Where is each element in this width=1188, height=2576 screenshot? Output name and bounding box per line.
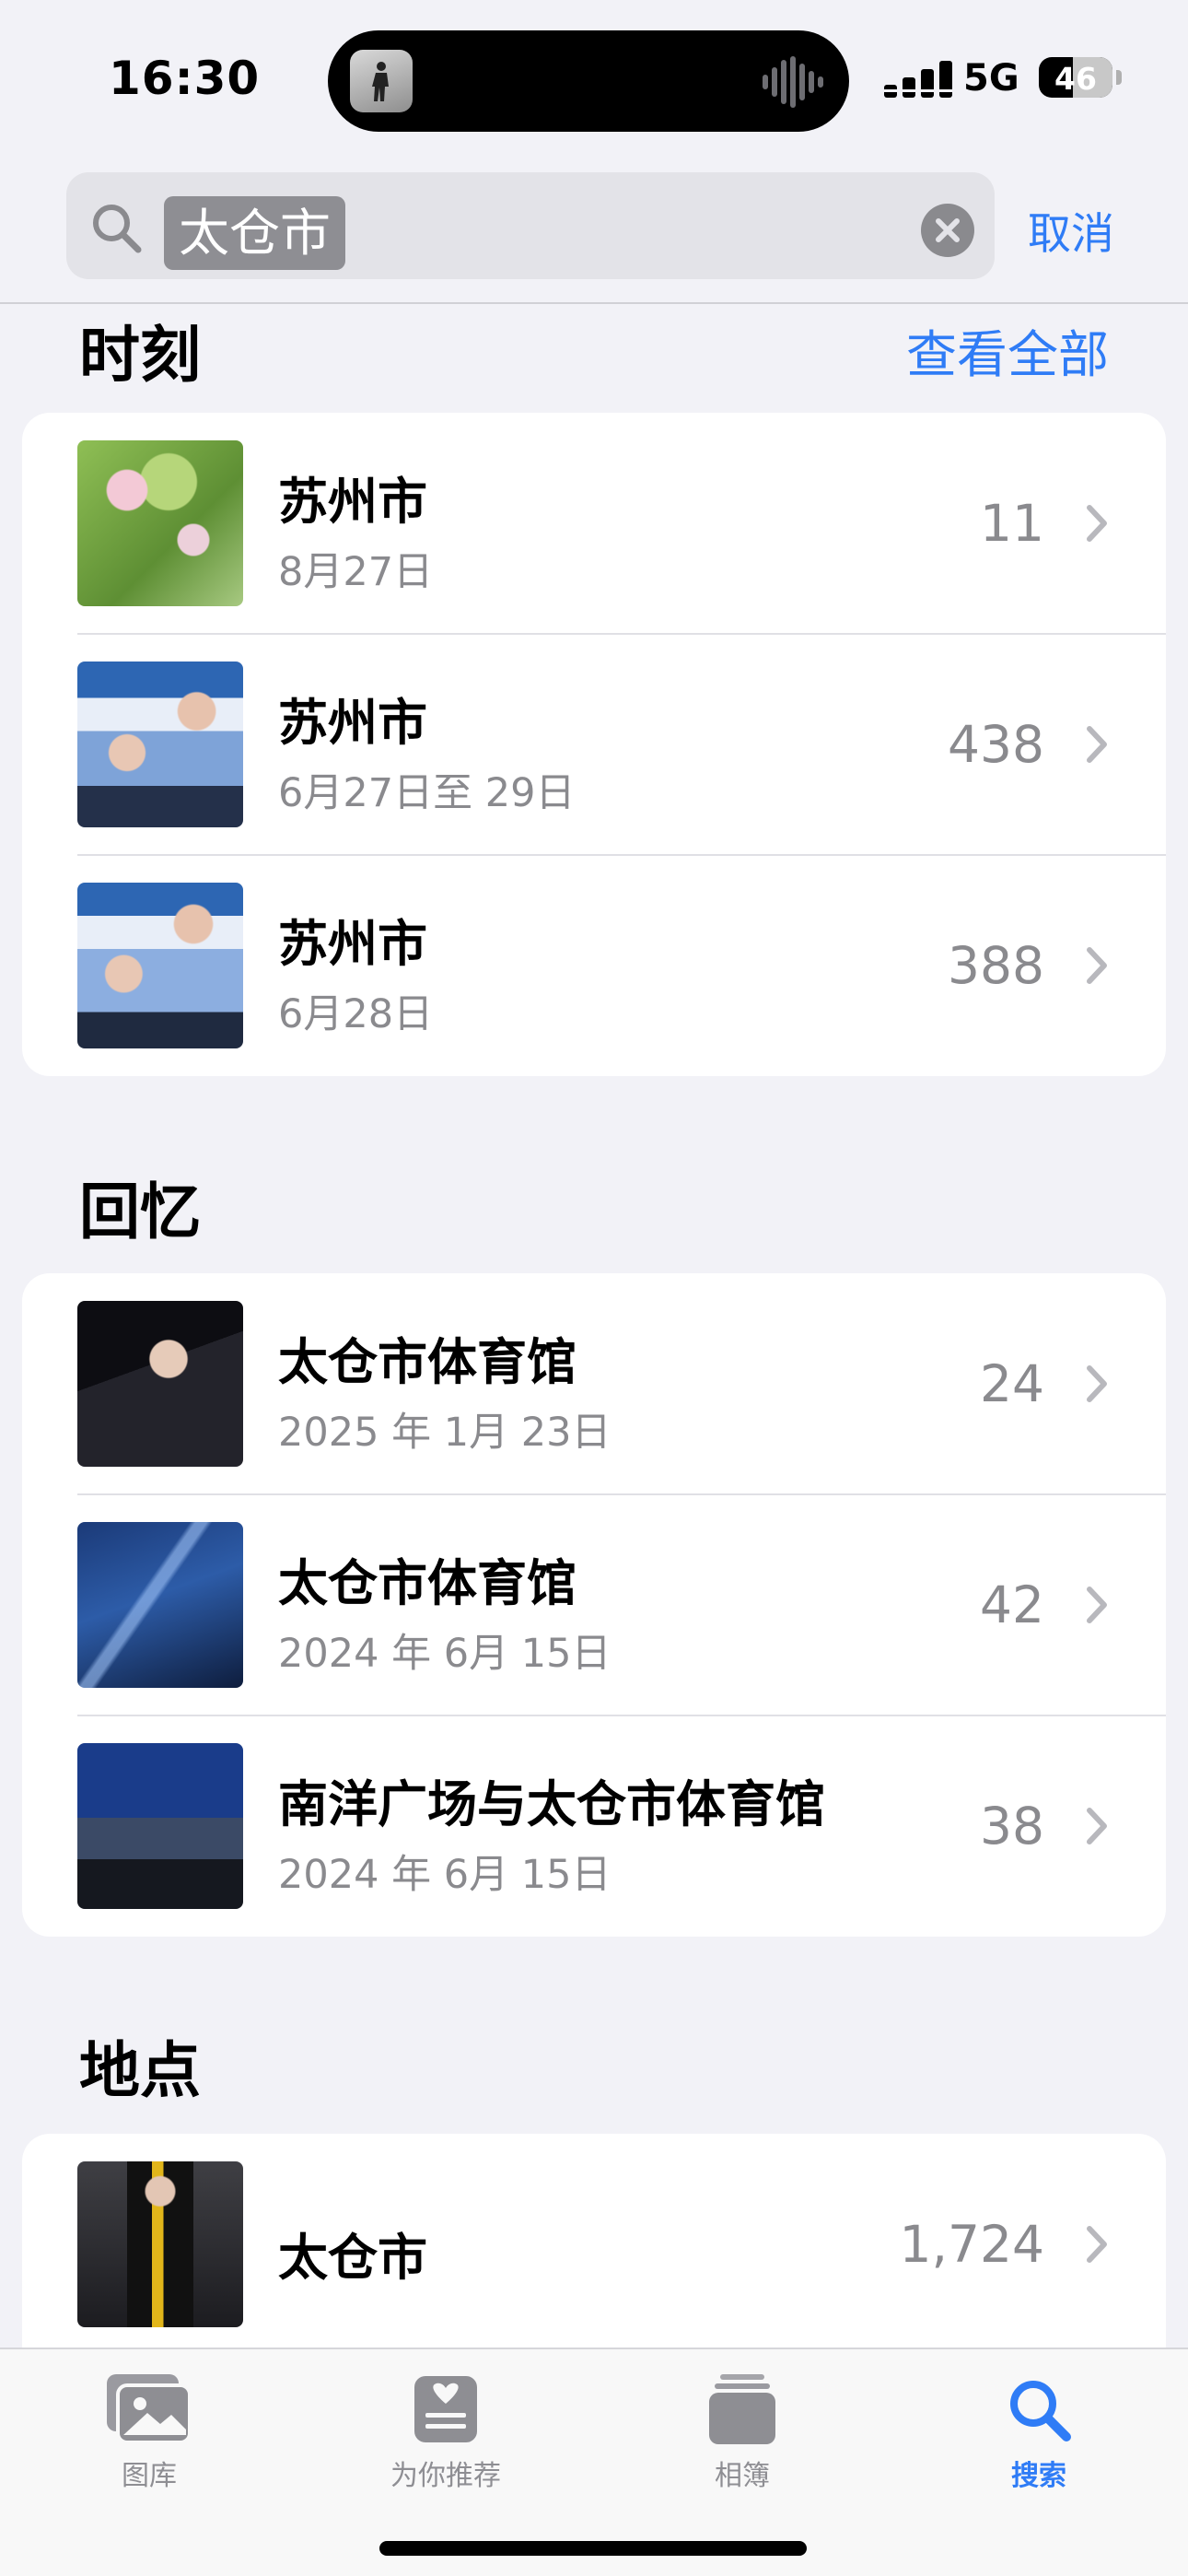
memory-count: 38 (980, 1797, 1044, 1856)
memory-thumbnail (77, 1522, 243, 1688)
moment-title: 苏州市 (278, 694, 427, 752)
search-field[interactable]: 太仓市 (66, 172, 995, 279)
moment-count: 11 (980, 494, 1044, 553)
memory-count: 42 (980, 1575, 1044, 1634)
tab-search[interactable]: 搜索 (947, 2368, 1131, 2493)
battery-icon: 46 (1039, 57, 1112, 98)
moment-thumbnail (77, 662, 243, 827)
moment-thumbnail (77, 883, 243, 1048)
tab-label: 为你推荐 (390, 2460, 501, 2492)
for-you-icon (414, 2376, 477, 2442)
memory-date: 2025 年 1月 23日 (278, 1410, 611, 1456)
place-count: 1,724 (899, 2215, 1044, 2274)
memory-title: 太仓市体育馆 (278, 1333, 577, 1391)
memory-row[interactable]: 太仓市体育馆 2025 年 1月 23日 24 (22, 1273, 1166, 1494)
chevron-right-icon (1087, 505, 1107, 542)
moment-row[interactable]: 苏州市 8月27日 11 (22, 413, 1166, 634)
moment-count: 388 (948, 936, 1044, 995)
chevron-right-icon (1087, 726, 1107, 763)
memory-thumbnail (77, 1301, 243, 1467)
memory-row[interactable]: 太仓市体育馆 2024 年 6月 15日 42 (22, 1494, 1166, 1715)
photo-library-icon (107, 2374, 192, 2444)
moment-row[interactable]: 苏州市 6月27日至 29日 438 (22, 634, 1166, 855)
moment-row[interactable]: 苏州市 6月28日 388 (22, 855, 1166, 1076)
albums-icon (709, 2374, 775, 2444)
dynamic-island[interactable] (328, 30, 849, 132)
chevron-right-icon (1087, 2226, 1107, 2263)
chevron-right-icon (1087, 1808, 1107, 1844)
memory-title: 南洋广场与太仓市体育馆 (278, 1775, 825, 1833)
battery-percent: 46 (1054, 61, 1097, 97)
search-header: 太仓市 取消 (0, 161, 1188, 304)
chevron-right-icon (1087, 1587, 1107, 1623)
memories-card: 太仓市体育馆 2025 年 1月 23日 24 太仓市体育馆 2024 年 6月… (22, 1273, 1166, 1937)
tab-label: 搜索 (1011, 2460, 1066, 2492)
now-playing-artwork (350, 50, 413, 112)
photos-search-screen: 16:30 5G 46 太仓市 取消 时刻 查看全部 苏州市 8月27日 11 … (0, 0, 1188, 2576)
moment-title: 苏州市 (278, 473, 427, 531)
chevron-right-icon (1087, 1365, 1107, 1402)
moment-title: 苏州市 (278, 915, 427, 973)
places-card: 太仓市 1,724 (22, 2134, 1166, 2373)
tab-library[interactable]: 图库 (57, 2368, 241, 2493)
place-title: 太仓市 (278, 2229, 427, 2287)
place-row[interactable]: 太仓市 1,724 (22, 2134, 1166, 2355)
cancel-button[interactable]: 取消 (1028, 198, 1114, 262)
clear-search-icon[interactable] (921, 204, 974, 257)
tab-albums[interactable]: 相簿 (650, 2368, 834, 2493)
moments-section-title: 时刻 (79, 320, 201, 391)
see-all-button[interactable]: 查看全部 (906, 313, 1109, 387)
tab-label: 相簿 (715, 2460, 770, 2492)
chevron-right-icon (1087, 947, 1107, 984)
moments-card: 苏州市 8月27日 11 苏州市 6月27日至 29日 438 苏州市 6月28… (22, 413, 1166, 1076)
moment-count: 438 (948, 715, 1044, 774)
memory-count: 24 (980, 1354, 1044, 1413)
memory-title: 太仓市体育馆 (278, 1554, 577, 1612)
memory-thumbnail (77, 1743, 243, 1909)
audio-waveform-icon (763, 56, 823, 108)
search-icon (1010, 2381, 1071, 2441)
memory-row[interactable]: 南洋广场与太仓市体育馆 2024 年 6月 15日 38 (22, 1715, 1166, 1937)
places-section-title: 地点 (79, 2035, 201, 2106)
search-token[interactable]: 太仓市 (164, 196, 346, 270)
tab-label: 图库 (122, 2460, 177, 2492)
memory-date: 2024 年 6月 15日 (278, 1631, 611, 1677)
memories-section-title: 回忆 (79, 1177, 201, 1247)
battery-cap (1116, 70, 1122, 85)
moment-date: 6月28日 (278, 991, 434, 1037)
moment-date: 8月27日 (278, 549, 434, 595)
moment-thumbnail (77, 440, 243, 606)
place-thumbnail (77, 2161, 243, 2327)
search-icon (93, 205, 142, 253)
cellular-signal-icon (884, 61, 954, 98)
status-bar: 16:30 5G 46 (0, 0, 1188, 161)
home-indicator[interactable] (379, 2541, 807, 2556)
memory-date: 2024 年 6月 15日 (278, 1852, 611, 1898)
tab-for-you[interactable]: 为你推荐 (354, 2368, 538, 2493)
network-type: 5G (963, 57, 1019, 100)
moment-date: 6月27日至 29日 (278, 770, 576, 816)
status-time: 16:30 (109, 52, 261, 105)
